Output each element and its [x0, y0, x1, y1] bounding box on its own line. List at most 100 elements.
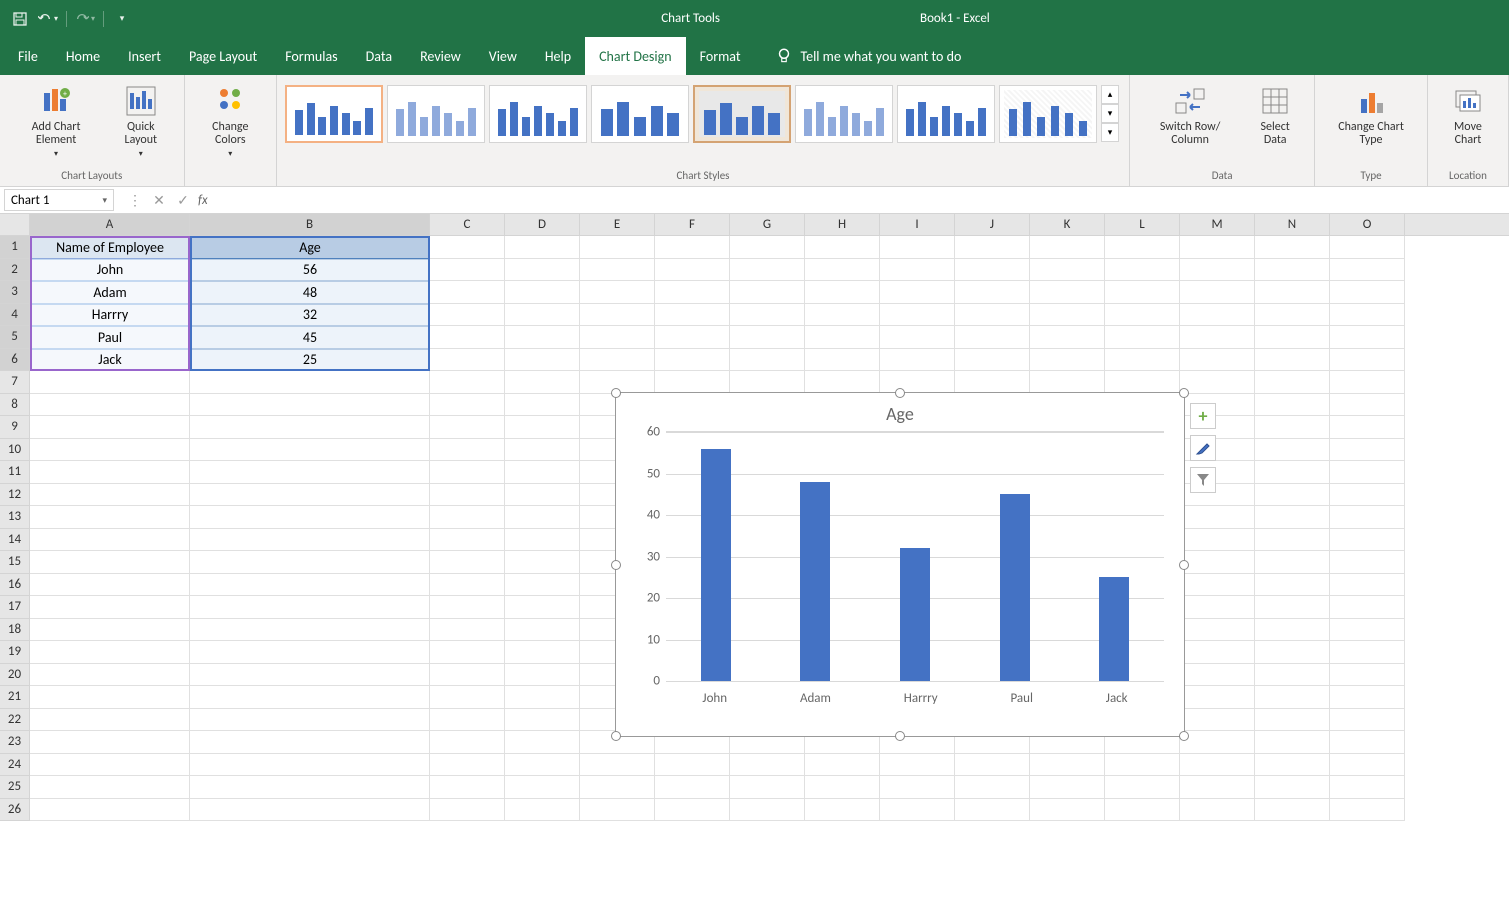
cell-M20[interactable] [1180, 664, 1255, 687]
cell-D11[interactable] [505, 461, 580, 484]
cell-L6[interactable] [1105, 349, 1180, 372]
cell-M16[interactable] [1180, 574, 1255, 597]
add-chart-element-button[interactable]: + Add Chart Element ▾ [8, 79, 104, 167]
column-header-K[interactable]: K [1030, 214, 1105, 235]
cell-B10[interactable] [190, 439, 430, 462]
row-header-4[interactable]: 4 [0, 304, 30, 327]
cell-E2[interactable] [580, 259, 655, 282]
cell-I3[interactable] [880, 281, 955, 304]
cell-E5[interactable] [580, 326, 655, 349]
column-header-J[interactable]: J [955, 214, 1030, 235]
save-icon[interactable] [10, 9, 30, 29]
cell-C17[interactable] [430, 596, 505, 619]
chart-handle-e[interactable] [1179, 560, 1189, 570]
cell-B25[interactable] [190, 776, 430, 799]
cell-B13[interactable] [190, 506, 430, 529]
cell-N12[interactable] [1255, 484, 1330, 507]
cell-I7[interactable] [880, 371, 955, 394]
chart-handle-nw[interactable] [611, 388, 621, 398]
cell-A7[interactable] [30, 371, 190, 394]
cell-E26[interactable] [580, 799, 655, 822]
options-icon[interactable]: ⋮ [126, 191, 144, 209]
cell-M25[interactable] [1180, 776, 1255, 799]
name-box[interactable]: Chart 1 ▾ [4, 189, 114, 211]
cell-I24[interactable] [880, 754, 955, 777]
row-header-10[interactable]: 10 [0, 439, 30, 462]
tab-home[interactable]: Home [52, 37, 114, 75]
cell-G26[interactable] [730, 799, 805, 822]
cell-C21[interactable] [430, 686, 505, 709]
cell-A24[interactable] [30, 754, 190, 777]
cell-O16[interactable] [1330, 574, 1405, 597]
cell-D14[interactable] [505, 529, 580, 552]
column-header-N[interactable]: N [1255, 214, 1330, 235]
cell-O24[interactable] [1330, 754, 1405, 777]
cell-G5[interactable] [730, 326, 805, 349]
cell-N8[interactable] [1255, 394, 1330, 417]
cell-O20[interactable] [1330, 664, 1405, 687]
cell-N21[interactable] [1255, 686, 1330, 709]
cell-A3[interactable]: Adam [30, 281, 190, 304]
cell-N19[interactable] [1255, 641, 1330, 664]
move-chart-button[interactable]: Move Chart [1436, 79, 1500, 167]
cell-B2[interactable]: 56 [190, 259, 430, 282]
tab-review[interactable]: Review [406, 37, 475, 75]
cell-B11[interactable] [190, 461, 430, 484]
cell-B7[interactable] [190, 371, 430, 394]
cell-A2[interactable]: John [30, 259, 190, 282]
cell-M5[interactable] [1180, 326, 1255, 349]
column-header-M[interactable]: M [1180, 214, 1255, 235]
cell-J24[interactable] [955, 754, 1030, 777]
cell-N15[interactable] [1255, 551, 1330, 574]
cell-K24[interactable] [1030, 754, 1105, 777]
cell-A22[interactable] [30, 709, 190, 732]
cell-E25[interactable] [580, 776, 655, 799]
cell-K5[interactable] [1030, 326, 1105, 349]
cell-A10[interactable] [30, 439, 190, 462]
cell-A1[interactable]: Name of Employee [30, 236, 190, 259]
plot-area[interactable]: 0102030405060 [666, 431, 1164, 681]
cell-K2[interactable] [1030, 259, 1105, 282]
formula-input[interactable] [216, 189, 1509, 211]
chart-handle-s[interactable] [895, 731, 905, 741]
cell-M22[interactable] [1180, 709, 1255, 732]
cell-C18[interactable] [430, 619, 505, 642]
cell-O26[interactable] [1330, 799, 1405, 822]
column-header-L[interactable]: L [1105, 214, 1180, 235]
cell-O14[interactable] [1330, 529, 1405, 552]
cell-A5[interactable]: Paul [30, 326, 190, 349]
cell-G24[interactable] [730, 754, 805, 777]
tab-file[interactable]: File [4, 37, 52, 75]
row-header-26[interactable]: 26 [0, 799, 30, 822]
cell-E1[interactable] [580, 236, 655, 259]
cell-N26[interactable] [1255, 799, 1330, 822]
row-header-24[interactable]: 24 [0, 754, 30, 777]
cell-D2[interactable] [505, 259, 580, 282]
cell-C23[interactable] [430, 731, 505, 754]
cell-B24[interactable] [190, 754, 430, 777]
cell-A4[interactable]: Harrry [30, 304, 190, 327]
cell-M2[interactable] [1180, 259, 1255, 282]
cell-C6[interactable] [430, 349, 505, 372]
cell-F7[interactable] [655, 371, 730, 394]
cell-B9[interactable] [190, 416, 430, 439]
cell-M18[interactable] [1180, 619, 1255, 642]
cell-O15[interactable] [1330, 551, 1405, 574]
cell-D5[interactable] [505, 326, 580, 349]
cell-E24[interactable] [580, 754, 655, 777]
cell-K6[interactable] [1030, 349, 1105, 372]
chart-filter-button[interactable] [1190, 467, 1216, 493]
cell-C10[interactable] [430, 439, 505, 462]
column-header-B[interactable]: B [190, 214, 430, 235]
bar-Jack[interactable] [1099, 577, 1129, 681]
tab-data[interactable]: Data [352, 37, 406, 75]
row-header-6[interactable]: 6 [0, 349, 30, 372]
cell-D17[interactable] [505, 596, 580, 619]
cell-O4[interactable] [1330, 304, 1405, 327]
cell-J5[interactable] [955, 326, 1030, 349]
cell-N11[interactable] [1255, 461, 1330, 484]
cell-D10[interactable] [505, 439, 580, 462]
cell-A17[interactable] [30, 596, 190, 619]
row-header-5[interactable]: 5 [0, 326, 30, 349]
column-header-C[interactable]: C [430, 214, 505, 235]
